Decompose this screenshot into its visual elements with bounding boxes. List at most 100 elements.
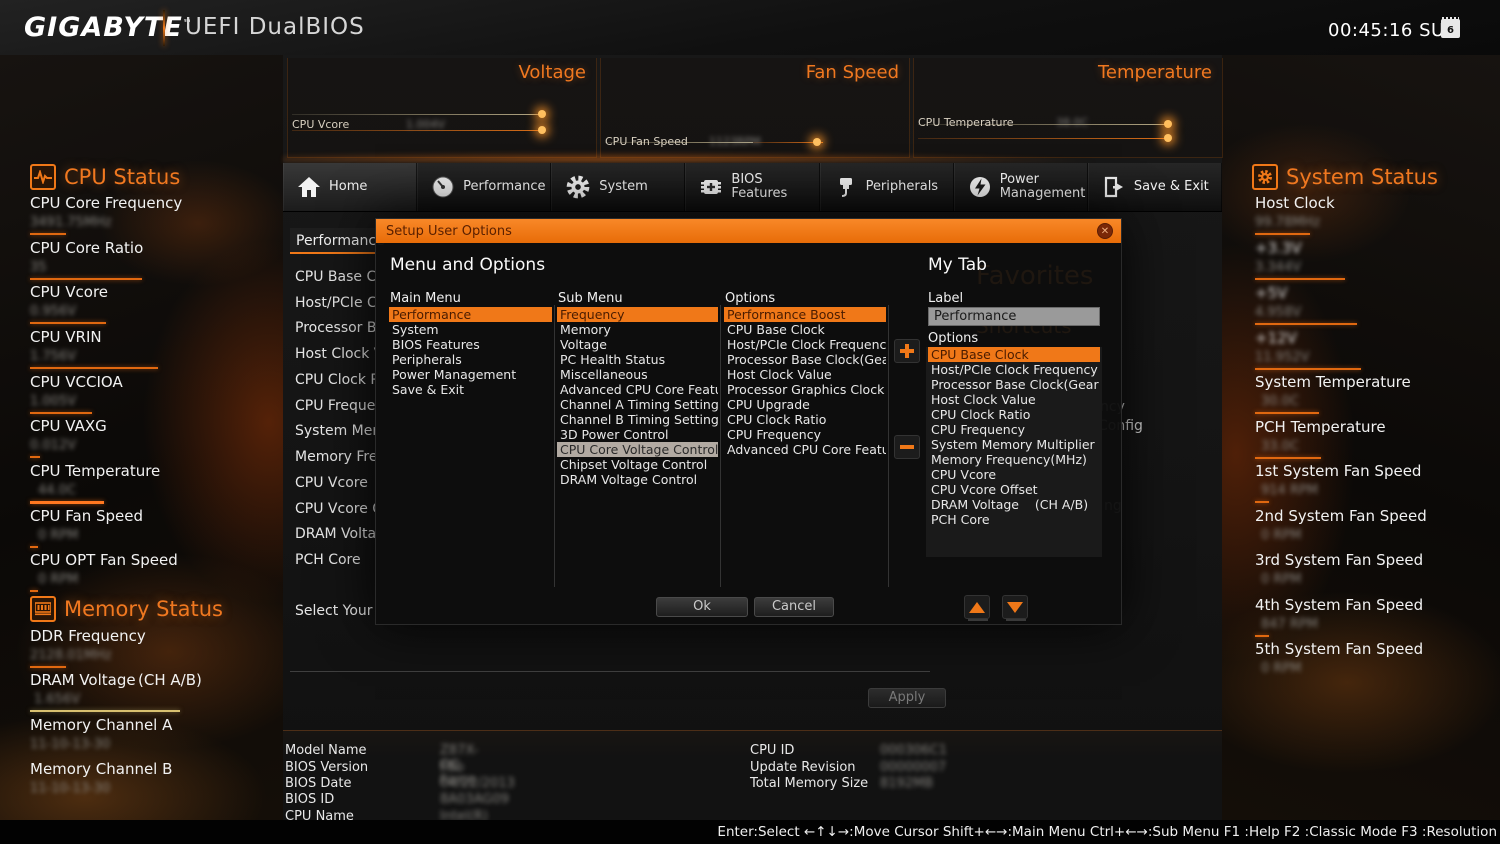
my-options-item[interactable]: Host/PCIe Clock Frequency xyxy=(928,362,1100,377)
status-value: 33.0C xyxy=(1261,439,1300,454)
apply-button[interactable]: Apply xyxy=(868,688,946,708)
my-options-item[interactable]: CPU Vcore Offset xyxy=(928,482,1100,497)
tab-performance[interactable]: Performance xyxy=(417,163,552,211)
ok-button[interactable]: Ok xyxy=(656,597,748,617)
options-item[interactable]: CPU Frequency xyxy=(724,427,886,442)
sub-menu-item[interactable]: DRAM Voltage Control xyxy=(557,472,718,487)
main-menu-item[interactable]: Power Management xyxy=(389,367,552,382)
tab-peripherals[interactable]: Peripherals xyxy=(820,163,954,211)
my-options-item[interactable]: CPU Clock Ratio xyxy=(928,407,1100,422)
bg-list-item[interactable]: Host/PCIe Clo xyxy=(295,295,375,311)
my-options-item[interactable]: Memory Frequency(MHz) xyxy=(928,452,1100,467)
my-options-item[interactable]: DRAM Voltage (CH A/B) xyxy=(928,497,1100,512)
status-label: CPU Temperature xyxy=(30,462,161,480)
label-caption: Label xyxy=(928,291,964,306)
system-status-title: System Status xyxy=(1286,165,1438,189)
main-menu-item[interactable]: BIOS Features xyxy=(389,337,552,352)
status-label: 1st System Fan Speed xyxy=(1255,462,1422,480)
sub-menu-item[interactable]: PC Health Status xyxy=(557,352,718,367)
info-label: CPU ID xyxy=(750,743,795,758)
tab-system[interactable]: System xyxy=(551,163,686,211)
status-label: CPU Core Ratio xyxy=(30,239,144,257)
tab-bios-features[interactable]: BIOS Features xyxy=(685,163,820,211)
sub-menu-item[interactable]: Memory xyxy=(557,322,718,337)
status-value: 1.005V xyxy=(30,394,77,409)
options-item[interactable]: CPU Upgrade xyxy=(724,397,886,412)
sub-menu-item[interactable]: Voltage xyxy=(557,337,718,352)
label-input[interactable]: Performance xyxy=(928,307,1100,326)
options-item[interactable]: Host/PCIe Clock Frequency xyxy=(724,337,886,352)
calendar-icon[interactable]: 6 xyxy=(1441,17,1460,38)
info-value: 00000007 xyxy=(880,760,947,775)
move-up-button[interactable] xyxy=(964,595,990,621)
status-underline xyxy=(30,412,92,414)
bg-list-item[interactable]: System Memo xyxy=(295,423,375,439)
info-value: F8b xyxy=(440,760,465,775)
my-options-header: Options xyxy=(928,331,979,346)
main-menu-item-selected[interactable]: Performance xyxy=(389,307,552,322)
close-icon[interactable]: ✕ xyxy=(1097,223,1113,239)
bg-list-item[interactable]: CPU Clock Rat xyxy=(295,372,375,388)
options-item[interactable]: Advanced CPU Core Feature xyxy=(724,442,886,457)
dialog-titlebar[interactable]: Setup User Options ✕ xyxy=(376,219,1121,243)
status-label: DDR Frequency xyxy=(30,627,146,645)
my-options-item[interactable]: Processor Base Clock(Gear xyxy=(928,377,1100,392)
my-options-item-selected[interactable]: CPU Base Clock xyxy=(928,347,1100,362)
temperature-gauge-value: 38.0C xyxy=(1056,116,1089,129)
cancel-button[interactable]: Cancel xyxy=(754,597,834,617)
options-item[interactable]: CPU Base Clock xyxy=(724,322,886,337)
my-options-item[interactable]: CPU Vcore xyxy=(928,467,1100,482)
status-underline xyxy=(30,456,40,458)
sub-menu-item[interactable]: Channel B Timing Settings xyxy=(557,412,718,427)
options-item[interactable]: Host Clock Value xyxy=(724,367,886,382)
main-menu-item[interactable]: System xyxy=(389,322,552,337)
my-options-item[interactable]: Host Clock Value xyxy=(928,392,1100,407)
lava-glow-band xyxy=(283,148,1222,162)
tab-label: Power Management xyxy=(999,171,1086,201)
chip-icon xyxy=(699,175,723,199)
sub-menu-item[interactable]: Channel A Timing Settings xyxy=(557,397,718,412)
bg-list-item[interactable]: DRAM Voltage xyxy=(295,526,375,542)
bg-list-item[interactable]: PCH Core xyxy=(295,552,375,568)
remove-option-button[interactable] xyxy=(894,435,920,459)
status-value: 4.958V xyxy=(1255,305,1302,320)
status-item: CPU Fan Speed 0 RPM xyxy=(30,507,270,548)
tab-power-management[interactable]: Power Management xyxy=(954,163,1088,211)
bg-list-item[interactable]: Processor Bas xyxy=(295,320,375,336)
system-info-panel: Model Name Z87X-OC Force BIOS Version F8b … xyxy=(283,730,1222,844)
options-item[interactable]: Processor Graphics Clock xyxy=(724,382,886,397)
bg-list-item[interactable]: CPU Frequenc xyxy=(295,398,375,414)
tab-save-exit[interactable]: Save & Exit xyxy=(1088,163,1222,211)
my-options-item[interactable]: CPU Frequency xyxy=(928,422,1100,437)
sub-menu-item[interactable]: 3D Power Control xyxy=(557,427,718,442)
main-menu-item[interactable]: Save & Exit xyxy=(389,382,552,397)
add-option-button[interactable] xyxy=(894,339,920,363)
options-item[interactable]: Processor Base Clock(Gear xyxy=(724,352,886,367)
performance-page-tab[interactable]: Performance xyxy=(290,228,385,254)
status-underline xyxy=(30,278,142,280)
bg-list-item[interactable]: Memory Frequ xyxy=(295,449,375,465)
sub-menu-item[interactable]: Miscellaneous xyxy=(557,367,718,382)
status-label: +5V xyxy=(1255,284,1288,302)
status-underline xyxy=(30,367,158,369)
tab-home[interactable]: Home xyxy=(283,163,418,211)
bg-list-item[interactable]: CPU Vcore xyxy=(295,475,375,491)
options-item[interactable]: CPU Clock Ratio xyxy=(724,412,886,427)
sub-menu-item[interactable]: Advanced CPU Core Feature xyxy=(557,382,718,397)
tab-label: Save & Exit xyxy=(1133,178,1209,194)
bg-list-item[interactable]: CPU Vcore Off xyxy=(295,501,375,517)
main-menu-item[interactable]: Peripherals xyxy=(389,352,552,367)
options-item-selected[interactable]: Performance Boost xyxy=(724,307,886,322)
status-label: Memory Channel B xyxy=(30,760,173,778)
move-down-button[interactable] xyxy=(1002,595,1028,621)
sub-menu-item[interactable]: Chipset Voltage Control xyxy=(557,457,718,472)
my-options-item[interactable]: System Memory Multiplier xyxy=(928,437,1100,452)
status-label: CPU VCCIOA xyxy=(30,373,123,391)
sub-menu-item-selected[interactable]: Frequency xyxy=(557,307,718,322)
options-list: Performance Boost CPU Base Clock Host/PC… xyxy=(724,307,886,457)
bg-list-item[interactable]: CPU Base Cloc xyxy=(295,269,375,285)
bg-list-item[interactable]: Host Clock Va xyxy=(295,346,375,362)
my-options-item[interactable]: PCH Core xyxy=(928,512,1100,527)
status-item: System Temperature 30.0C xyxy=(1255,373,1495,414)
sub-menu-item-highlighted[interactable]: CPU Core Voltage Control xyxy=(557,442,718,457)
